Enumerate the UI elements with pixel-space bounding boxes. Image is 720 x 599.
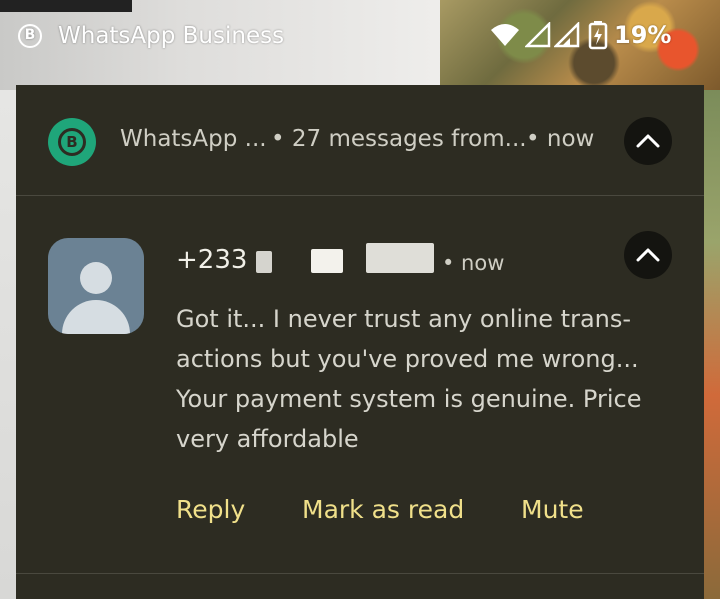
background-left-edge [0, 90, 16, 599]
background-right-edge [704, 90, 720, 599]
header-divider [16, 195, 704, 196]
message-body: Got it... I never trust any online trans… [176, 299, 676, 459]
cell-signal-icon [554, 22, 580, 48]
person-avatar-icon [48, 238, 144, 334]
notification-card[interactable]: B WhatsApp ... • 27 messages from... • n… [16, 85, 704, 599]
sender-name: +233 [176, 245, 248, 275]
whatsapp-business-logo-icon: B [48, 118, 96, 166]
message-time: • now [442, 251, 505, 275]
logo-letter: B [58, 128, 86, 156]
chevron-up-icon [636, 134, 660, 148]
collapse-message-button[interactable] [624, 231, 672, 279]
collapse-group-button[interactable] [624, 117, 672, 165]
chevron-up-icon [636, 248, 660, 262]
card-bottom-divider [16, 573, 704, 574]
message-line: actions but you've proved me wrong... [176, 345, 639, 373]
status-bar-app-name: WhatsApp Business [58, 23, 285, 49]
mark-as-read-button[interactable]: Mark as read [302, 495, 464, 524]
redaction-block [311, 249, 343, 273]
battery-percentage: 19% [614, 21, 672, 49]
background-shelf [0, 0, 132, 12]
avatar-head [80, 262, 112, 294]
mute-button[interactable]: Mute [521, 495, 584, 524]
message-line: Your payment system is genuine. Price [176, 385, 642, 413]
wifi-icon [491, 24, 519, 46]
notification-actions: Reply Mark as read Mute [176, 495, 676, 535]
status-bar: B WhatsApp Business 19% [0, 18, 720, 58]
avatar-body [62, 300, 130, 334]
message-line: very affordable [176, 425, 359, 453]
notification-app-name: WhatsApp ... [120, 126, 267, 152]
redaction-block [256, 251, 272, 273]
battery-charging-icon [588, 21, 608, 50]
notification-time: • now [526, 126, 595, 152]
reply-button[interactable]: Reply [176, 495, 245, 524]
redaction-block [366, 243, 434, 273]
whatsapp-business-status-icon: B [18, 24, 42, 48]
cell-signal-icon [525, 22, 551, 48]
notification-summary: • 27 messages from... [271, 126, 527, 152]
notification-header[interactable]: B WhatsApp ... • 27 messages from... • n… [16, 85, 704, 195]
message-line: Got it... I never trust any online trans… [176, 305, 632, 333]
